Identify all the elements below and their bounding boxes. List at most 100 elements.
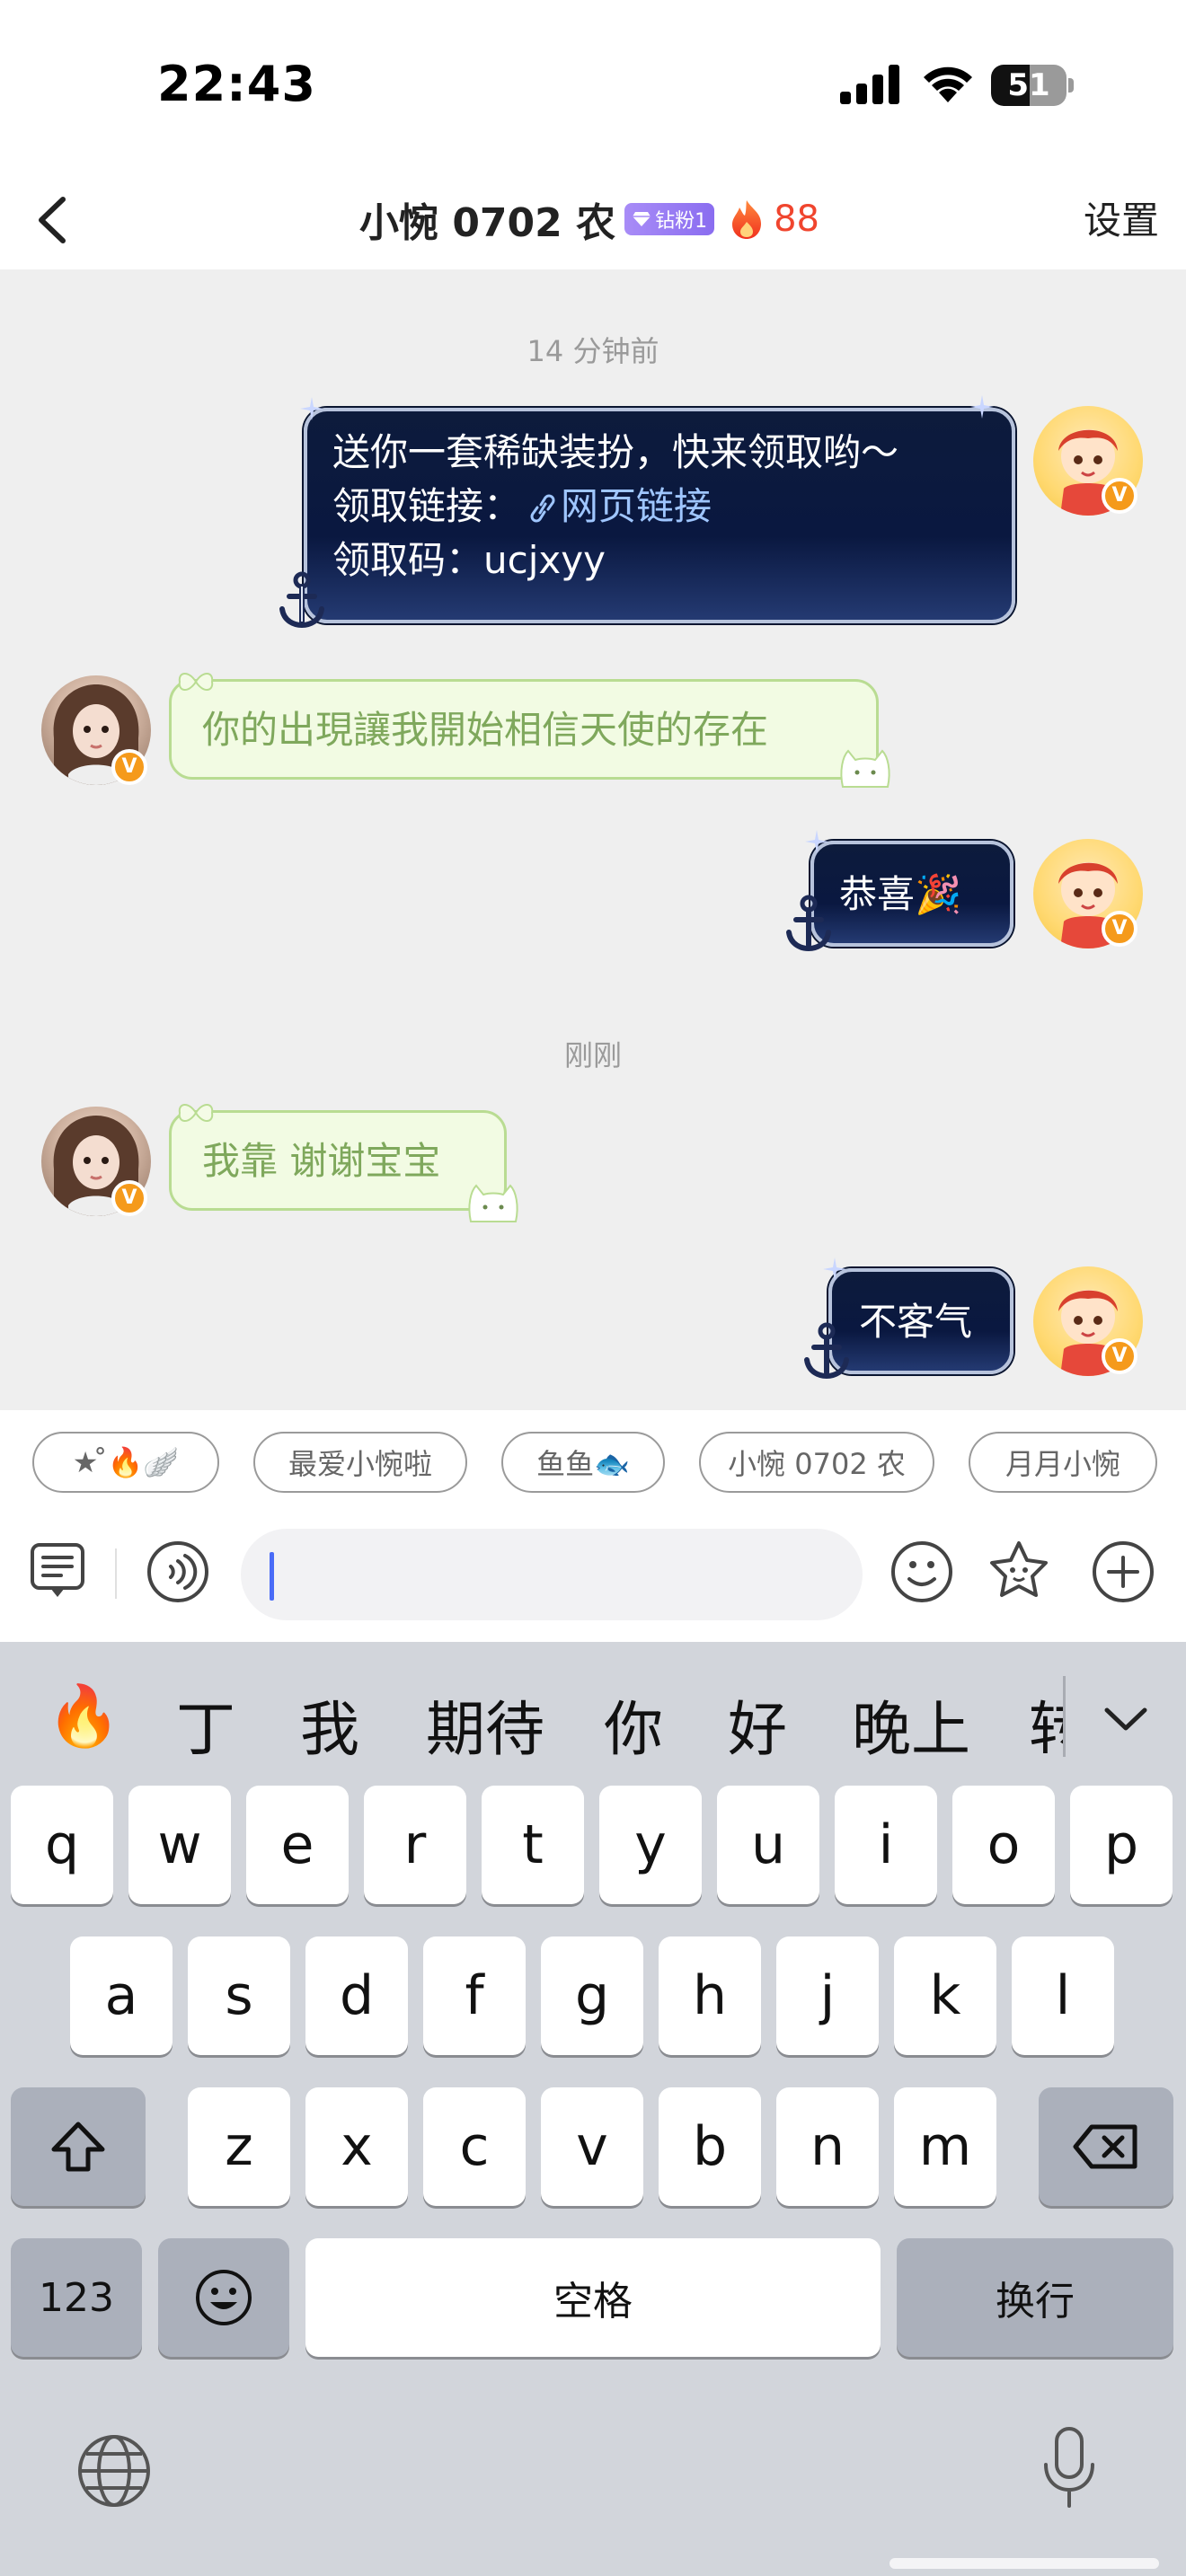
candidate-item[interactable]: 晚上 [852, 1681, 970, 1768]
key-u[interactable]: u [717, 1786, 819, 1904]
emoji-icon[interactable] [888, 1538, 956, 1606]
key-d[interactable]: d [305, 1936, 408, 2055]
status-bar: 22:43 51 [0, 0, 1186, 171]
key-w[interactable]: w [128, 1786, 231, 1904]
key-r[interactable]: r [364, 1786, 466, 1904]
quick-chip[interactable]: 月月小惋 [969, 1432, 1157, 1493]
message-text: 不客气 [859, 1300, 973, 1344]
web-link[interactable]: 网页链接 [561, 484, 712, 528]
message-bubble-incoming[interactable]: 我靠 谢谢宝宝 [169, 1110, 507, 1211]
sparkle-icon [823, 1257, 846, 1281]
key-i[interactable]: i [835, 1786, 937, 1904]
key-a[interactable]: a [70, 1936, 173, 2055]
key-n[interactable]: n [776, 2087, 879, 2206]
smiley-icon [196, 2270, 252, 2325]
key-y[interactable]: y [599, 1786, 702, 1904]
bow-icon [178, 673, 214, 691]
settings-button[interactable]: 设置 [1084, 190, 1159, 245]
candidate-bar: 🔥 丁 我 期待 你 好 晚上 转 [0, 1642, 1186, 1786]
globe-icon[interactable] [75, 2432, 153, 2510]
text-mode-icon[interactable] [23, 1538, 92, 1606]
key-m[interactable]: m [894, 2087, 996, 2206]
message-text: 你的出現讓我開始相信天使的存在 [202, 708, 769, 752]
sparkle-icon [970, 395, 994, 419]
quick-chip[interactable]: 鱼鱼🐟 [501, 1432, 665, 1493]
backspace-key[interactable] [1039, 2087, 1173, 2206]
sparkle-icon [805, 830, 828, 853]
key-t[interactable]: t [482, 1786, 584, 1904]
message-bubble-incoming[interactable]: 你的出現讓我開始相信天使的存在 [169, 679, 879, 780]
key-e[interactable]: e [246, 1786, 349, 1904]
key-k[interactable]: k [894, 1936, 996, 2055]
key-g[interactable]: g [541, 1936, 643, 2055]
key-x[interactable]: x [305, 2087, 408, 2206]
number-mode-key[interactable]: 123 [11, 2238, 142, 2357]
message-list[interactable]: 14 分钟前 送你一套稀缺装扮，快来领取哟～ 领取链接： 网页链接 领取码：ucj… [0, 269, 1186, 1410]
add-icon[interactable] [1089, 1538, 1157, 1606]
party-popper-emoji: 🎉 [915, 872, 962, 916]
key-b[interactable]: b [659, 2087, 761, 2206]
message-bubble-outgoing[interactable]: 送你一套稀缺装扮，快来领取哟～ 领取链接： 网页链接 领取码：ucjxyy [304, 408, 1015, 623]
quick-chip[interactable]: ★ ̊🔥🪽 [32, 1432, 219, 1493]
nav-title-group[interactable]: 小惋 0702 农 钻粉1 88 [359, 185, 819, 253]
diamond-icon [633, 212, 651, 226]
sticker-icon[interactable] [985, 1538, 1053, 1606]
key-v[interactable]: v [541, 2087, 643, 2206]
key-q[interactable]: q [11, 1786, 113, 1904]
message-text: 我靠 谢谢宝宝 [202, 1139, 441, 1183]
keyboard: 🔥 丁 我 期待 你 好 晚上 转 q w e r t y u i o p a … [0, 1642, 1186, 2576]
quick-reply-chips: ★ ̊🔥🪽 最爱小惋啦 鱼鱼🐟 小惋 0702 农 月月小惋 [0, 1410, 1186, 1509]
candidate-item[interactable]: 你 [604, 1681, 663, 1768]
key-l[interactable]: l [1012, 1936, 1114, 2055]
verified-badge: V [111, 1180, 147, 1216]
verified-badge: V [111, 749, 147, 785]
key-j[interactable]: j [776, 1936, 879, 2055]
message-code-line: 领取码：ucjxyy [332, 534, 987, 587]
voice-input-icon[interactable] [144, 1538, 212, 1606]
fan-level-badge: 钻粉1 [624, 203, 715, 235]
timestamp-separator: 刚刚 [563, 1038, 622, 1072]
nav-bar: 小惋 0702 农 钻粉1 88 设置 [0, 171, 1186, 269]
candidate-item[interactable]: 丁 [176, 1681, 235, 1768]
verified-badge: V [1102, 1338, 1137, 1374]
key-z[interactable]: z [188, 2087, 290, 2206]
intimacy-score: 88 [774, 198, 820, 240]
message-input-bar [0, 1509, 1186, 1642]
message-input[interactable] [241, 1529, 863, 1620]
candidate-item[interactable]: 我 [300, 1681, 359, 1768]
quick-chip[interactable]: 最爱小惋啦 [253, 1432, 467, 1493]
key-h[interactable]: h [659, 1936, 761, 2055]
chevron-down-icon[interactable] [1094, 1692, 1157, 1746]
key-o[interactable]: o [952, 1786, 1055, 1904]
quick-chip[interactable]: 小惋 0702 农 [699, 1432, 934, 1493]
key-f[interactable]: f [423, 1936, 526, 2055]
key-s[interactable]: s [188, 1936, 290, 2055]
space-key[interactable]: 空格 [305, 2238, 881, 2357]
message-link-line: 领取链接： 网页链接 [332, 480, 987, 534]
microphone-icon[interactable] [1033, 2423, 1105, 2513]
message-bubble-outgoing[interactable]: 不客气 [828, 1268, 1013, 1374]
flame-icon [732, 200, 762, 239]
candidate-item[interactable]: 好 [728, 1681, 787, 1768]
battery-icon: 51 [991, 65, 1074, 106]
code-label: 领取码： [332, 538, 484, 582]
shift-key[interactable] [11, 2087, 146, 2206]
candidate-item[interactable]: 期待 [426, 1681, 544, 1768]
message-text: 恭喜🎉 [839, 868, 985, 922]
candidate-item-clipped[interactable]: 转 [1029, 1681, 1063, 1753]
return-key[interactable]: 换行 [897, 2238, 1173, 2357]
message-bubble-outgoing[interactable]: 恭喜🎉 [810, 841, 1013, 947]
redeem-code: ucjxyy [483, 538, 606, 582]
home-indicator [890, 2558, 1159, 2569]
shift-arrow-icon [51, 2122, 105, 2172]
message-text: 送你一套稀缺装扮，快来领取哟～ [332, 430, 899, 474]
back-chevron-icon[interactable] [27, 189, 81, 251]
candidate-item[interactable]: 🔥 [47, 1681, 120, 1751]
key-p[interactable]: p [1070, 1786, 1173, 1904]
fan-badge-label: 钻粉1 [655, 210, 708, 233]
anchor-icon [804, 1322, 849, 1380]
divider [115, 1548, 117, 1599]
key-c[interactable]: c [423, 2087, 526, 2206]
emoji-keyboard-key[interactable] [158, 2238, 289, 2357]
backspace-icon [1073, 2124, 1137, 2169]
